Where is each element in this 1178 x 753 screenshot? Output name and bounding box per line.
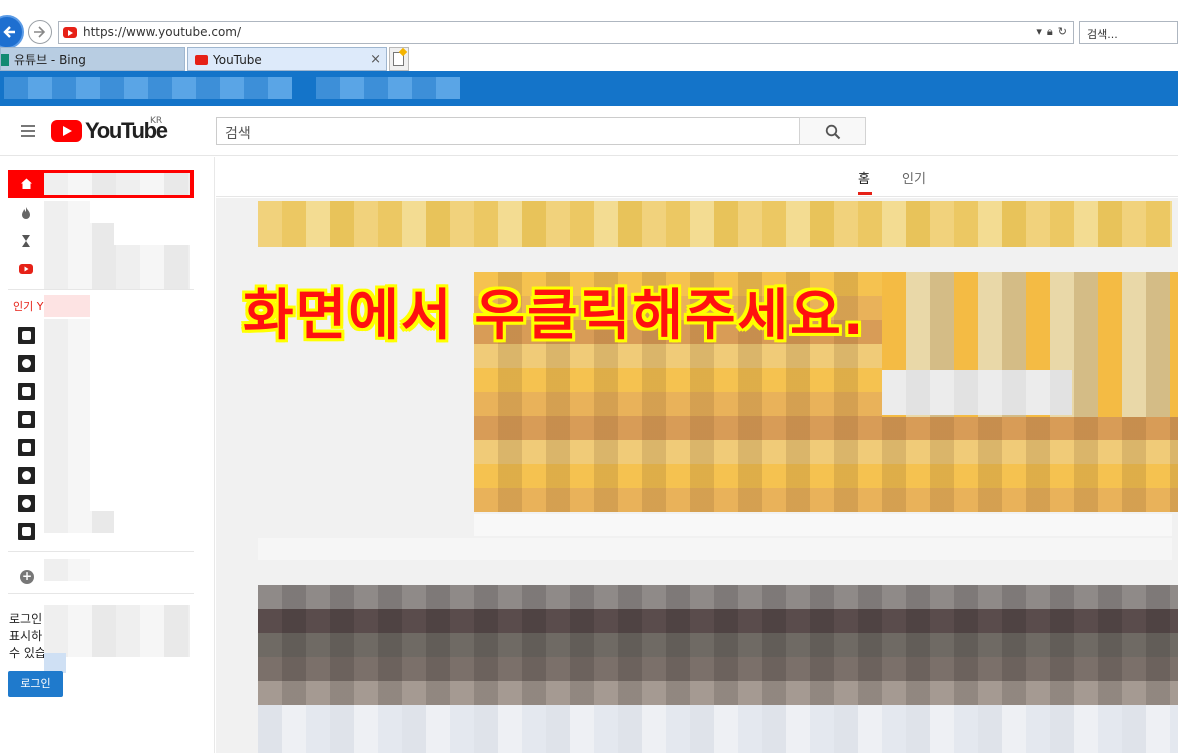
tab-strip: 유튜브 - Bing YouTube × [0,47,1178,71]
arrow-left-icon [3,26,15,38]
tab-youtube[interactable]: YouTube × [187,47,387,71]
browse-channels-icon[interactable]: + [20,570,34,584]
blurred-sidebar-label [44,559,90,581]
login-prompt-line: 표시하 [9,629,43,643]
music-icon[interactable] [18,327,35,344]
tab-bing[interactable]: 유튜브 - Bing [0,47,185,71]
tab-youtube-label: YouTube [213,53,262,67]
home-icon [21,178,32,189]
bing-favicon-icon [1,54,9,66]
blurred-category-labels [44,319,90,529]
play-logo-icon [51,120,82,142]
region-label: KR [150,116,163,126]
blurred-video-titles[interactable] [258,705,1178,753]
close-tab-icon[interactable]: × [370,48,381,72]
vr-icon[interactable] [18,523,35,540]
search-icon [825,124,841,140]
arrow-right-icon [34,26,46,38]
blurred-favorites [4,77,292,99]
tab-home[interactable]: 홈 [858,168,870,187]
hourglass-icon[interactable] [18,233,34,249]
overlay-instruction: 화면에서 우클릭해주세요. [243,283,866,347]
back-button[interactable] [0,15,24,49]
flame-icon[interactable] [18,205,34,221]
browser-search-placeholder: 검색... [1087,28,1118,41]
movies-icon[interactable] [18,411,35,428]
blurred-video-thumbnails[interactable] [258,585,1178,705]
blurred-favorites [316,77,460,99]
browser-search-box[interactable]: 검색... [1079,21,1178,44]
blurred-sidebar-label [44,173,190,195]
dropdown-icon[interactable]: ▾ [1036,25,1042,39]
new-tab-button[interactable] [389,47,409,71]
sidebar: 인기 Y + 로그인 표시하 수 있습 로그인 [0,157,215,753]
youtube-tab-favicon-icon [195,55,208,65]
tab-trending[interactable]: 인기 [902,168,926,187]
active-tab-indicator [858,192,872,195]
search-input[interactable]: 검색 [216,117,800,145]
blurred-banner[interactable] [258,201,1172,247]
forward-button[interactable] [28,20,52,44]
favorites-bar [0,71,1178,106]
sidebar-section-title: 인기 Y [13,300,44,313]
login-prompt-line: 수 있습 [9,646,46,660]
blurred-sidebar-label [44,245,190,267]
blurred-sidebar-label [44,223,114,245]
address-bar[interactable]: https://www.youtube.com/ ▾ 🔒︎ ↻ [58,21,1074,44]
blurred-sidebar-label [44,201,90,223]
subscriptions-icon[interactable] [18,261,34,277]
sports-icon[interactable] [18,355,35,372]
home-tabs: 홈 인기 [216,157,1178,197]
live-icon[interactable] [18,467,35,484]
url-text: https://www.youtube.com/ [83,25,242,39]
gaming-icon[interactable] [18,383,35,400]
login-prompt-line: 로그인 [9,612,43,626]
blurred-login-text [44,605,190,657]
blurred-sidebar-label [44,267,190,289]
learning-icon[interactable] [18,495,35,512]
hamburger-menu-icon[interactable] [21,125,35,137]
lock-icon[interactable]: 🔒︎ [1047,25,1053,39]
address-row: https://www.youtube.com/ ▾ 🔒︎ ↻ 검색... [0,0,1178,49]
youtube-favicon-icon [63,27,77,38]
search-button[interactable] [799,117,866,145]
tab-bing-label: 유튜브 - Bing [14,53,86,67]
search-placeholder: 검색 [225,126,251,142]
refresh-icon[interactable]: ↻ [1058,25,1067,39]
news-icon[interactable] [18,439,35,456]
login-button[interactable]: 로그인 [8,671,63,697]
blurred-featured-meta [882,370,1072,415]
blurred-section-header [258,538,1172,560]
youtube-header: YouTube KR 검색 [0,106,1178,156]
blurred-caption [474,514,1172,536]
